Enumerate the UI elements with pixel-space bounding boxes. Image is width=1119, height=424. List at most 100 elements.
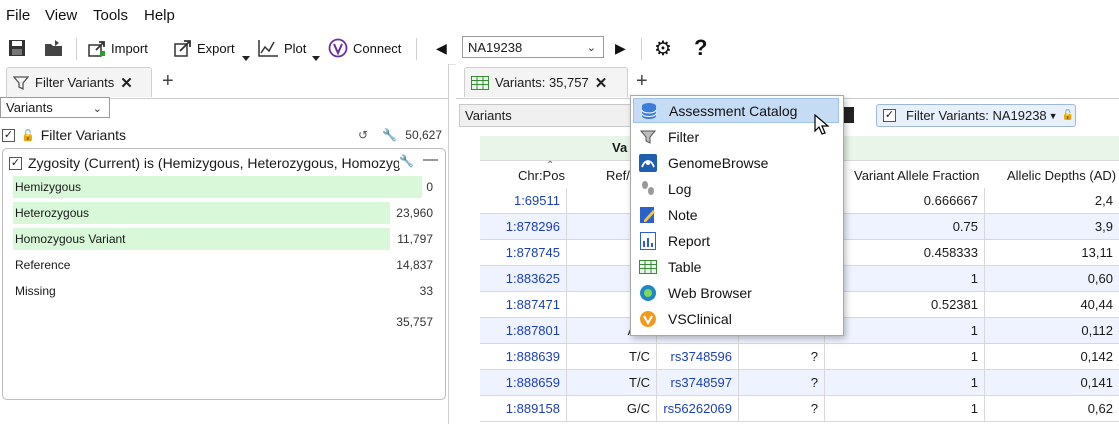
- close-icon[interactable]: ✕: [595, 74, 608, 92]
- cell-ad: 0,142: [984, 344, 1119, 369]
- wrench-icon[interactable]: 🔧: [382, 128, 397, 142]
- row-heterozygous[interactable]: Heterozygous: [15, 202, 89, 224]
- col-ad[interactable]: Allelic Depths (AD): [1007, 168, 1116, 183]
- cell-ref: G/C: [566, 396, 657, 421]
- import-button[interactable]: Import: [88, 36, 148, 60]
- cell-chrpos[interactable]: 1:878745: [480, 240, 567, 265]
- close-icon[interactable]: ✕: [120, 74, 133, 92]
- col-ref[interactable]: Ref/: [606, 168, 630, 183]
- menu-view[interactable]: View: [45, 7, 77, 24]
- cell-chrpos[interactable]: 1:889158: [480, 396, 567, 421]
- save-icon[interactable]: [8, 36, 26, 60]
- cell-q: ?: [738, 370, 825, 395]
- row-reference[interactable]: Reference: [15, 254, 70, 276]
- menu-item-note[interactable]: Note: [633, 202, 839, 227]
- filter-chip[interactable]: ✓ Filter Variants: NA19238 ▼ 🔓: [876, 104, 1076, 127]
- menu-bar: File View Tools Help: [0, 0, 1119, 32]
- wrench-icon[interactable]: 🔧: [399, 154, 414, 168]
- cell-ad: 0,60: [984, 266, 1119, 291]
- filter-source-select[interactable]: Variants ⌄: [0, 97, 110, 118]
- cell-chrpos[interactable]: 1:888639: [480, 344, 567, 369]
- vsclinical-icon: [639, 310, 657, 328]
- cell-rs[interactable]: rs3748597: [656, 370, 739, 395]
- plot-dropdown-arrow-icon[interactable]: [312, 56, 320, 61]
- cell-rs[interactable]: rs3748596: [656, 344, 739, 369]
- row-hemizygous[interactable]: Hemizygous: [15, 176, 81, 198]
- sample-select[interactable]: NA19238 ⌄: [462, 36, 604, 58]
- toolbar-divider: [641, 38, 642, 60]
- menu-item-assessment-catalog[interactable]: Assessment Catalog: [633, 98, 839, 123]
- plot-button[interactable]: Plot: [257, 36, 306, 60]
- menu-item-filter[interactable]: Filter: [633, 124, 839, 149]
- col-chrpos[interactable]: Chr:Pos: [518, 168, 565, 183]
- cell-ad: 0,112: [984, 318, 1119, 343]
- reset-icon[interactable]: ↺: [358, 128, 368, 142]
- filter-enabled-checkbox[interactable]: ✓: [2, 128, 15, 142]
- new-view-menu: Assessment Catalog Filter GenomeBrowse L…: [630, 95, 844, 336]
- export-icon: [174, 40, 191, 57]
- sample-select-value: NA19238: [468, 39, 523, 55]
- note-icon: [639, 206, 657, 224]
- cell-chrpos[interactable]: 1:887471: [480, 292, 567, 317]
- next-sample-icon[interactable]: ▶: [615, 36, 626, 60]
- table-row[interactable]: 1:889158 G/C rs56262069? 1 0,62: [480, 396, 1119, 422]
- row-missing[interactable]: Missing: [15, 280, 56, 302]
- tab-variants[interactable]: Variants: 35,757 ✕: [464, 67, 628, 97]
- chip-dropdown-icon[interactable]: ▼: [1049, 111, 1058, 121]
- menu-item-table[interactable]: Table: [633, 254, 839, 279]
- menu-tools[interactable]: Tools: [93, 7, 128, 24]
- cell-vaf: 0.52381: [824, 292, 985, 317]
- globe-icon: [639, 284, 657, 302]
- cell-q: ?: [738, 344, 825, 369]
- help-icon[interactable]: ?: [694, 35, 707, 60]
- footprints-icon: [639, 180, 657, 198]
- row-count: 11,797: [397, 232, 433, 246]
- menu-file[interactable]: File: [6, 7, 30, 24]
- menu-item-label: Assessment Catalog: [669, 102, 798, 119]
- cell-ad: 0,141: [984, 370, 1119, 395]
- cell-vaf: 1: [824, 396, 985, 421]
- card-enabled-checkbox[interactable]: ✓: [9, 156, 22, 170]
- row-label: Reference: [15, 258, 71, 272]
- cell-ad: 3,9: [984, 214, 1119, 239]
- variants-source-select[interactable]: Variants: [459, 104, 639, 127]
- menu-item-web-browser[interactable]: Web Browser: [633, 280, 839, 305]
- cell-vaf: 1: [824, 370, 985, 395]
- unlock-icon[interactable]: 🔓: [1062, 110, 1074, 121]
- cell-chrpos[interactable]: 1:887801: [480, 318, 567, 343]
- filter-pane: Filter Variants ✕ + Variants ⌄ ✓ 🔓 Filte…: [0, 64, 449, 424]
- row-homozygous-variant[interactable]: Homozygous Variant: [15, 228, 126, 250]
- cell-chrpos[interactable]: 1:69511: [480, 188, 567, 213]
- cell-chrpos[interactable]: 1:878296: [480, 214, 567, 239]
- col-vaf[interactable]: Variant Allele Fraction: [854, 168, 980, 183]
- cell-chrpos[interactable]: 1:888659: [480, 370, 567, 395]
- filter-chip-checkbox[interactable]: ✓: [883, 109, 896, 122]
- menu-item-report[interactable]: Report: [633, 228, 839, 253]
- menu-help[interactable]: Help: [144, 7, 175, 24]
- left-tab-strip: Filter Variants ✕ +: [0, 64, 448, 99]
- table-row[interactable]: 1:888659 T/C rs3748597? 1 0,141: [480, 370, 1119, 396]
- previous-sample-icon[interactable]: ◀: [436, 36, 447, 60]
- export-dropdown-arrow-icon[interactable]: [242, 56, 250, 61]
- cell-chrpos[interactable]: 1:883625: [480, 266, 567, 291]
- tab-filter-variants[interactable]: Filter Variants ✕: [6, 67, 152, 97]
- unlock-icon[interactable]: 🔓: [21, 129, 35, 142]
- add-tab-icon[interactable]: +: [162, 70, 174, 93]
- open-folder-icon[interactable]: [44, 36, 64, 60]
- cell-ad: 40,44: [984, 292, 1119, 317]
- row-count: 0: [426, 180, 433, 194]
- connect-button[interactable]: Connect: [328, 36, 401, 60]
- gear-icon[interactable]: ⚙: [654, 36, 672, 60]
- export-button[interactable]: Export: [174, 36, 235, 60]
- funnel-icon: [13, 75, 29, 90]
- add-tab-icon[interactable]: +: [636, 70, 648, 93]
- cell-rs[interactable]: rs56262069: [656, 396, 739, 421]
- collapse-icon[interactable]: —: [423, 151, 438, 168]
- cell-ad: 2,4: [984, 188, 1119, 213]
- table-row[interactable]: 1:888639 T/C rs3748596? 1 0,142: [480, 344, 1119, 370]
- row-label: Homozygous Variant: [15, 232, 126, 246]
- import-label: Import: [111, 40, 148, 56]
- menu-item-log[interactable]: Log: [633, 176, 839, 201]
- menu-item-vsclinical[interactable]: VSClinical: [633, 306, 839, 331]
- menu-item-genomebrowse[interactable]: GenomeBrowse: [633, 150, 839, 175]
